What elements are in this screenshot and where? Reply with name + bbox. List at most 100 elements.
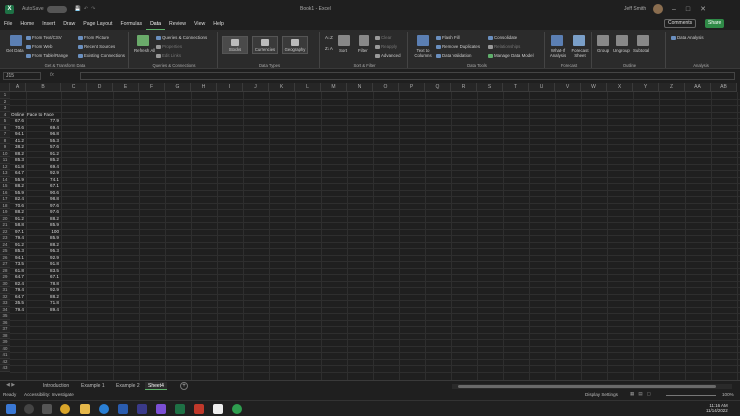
onenote-icon[interactable]: [156, 404, 166, 414]
comments-button[interactable]: Comments: [664, 19, 697, 28]
column-header[interactable]: M: [321, 83, 347, 92]
column-header[interactable]: K: [269, 83, 295, 92]
menu-tab-view[interactable]: View: [190, 18, 209, 30]
subtotal-button[interactable]: Subtotal: [633, 48, 649, 53]
text-to-columns-button[interactable]: Text to Columns: [412, 48, 434, 58]
menu-tab-help[interactable]: Help: [209, 18, 228, 30]
remove-duplicates-button[interactable]: Remove Duplicates: [436, 44, 480, 49]
what-if-button[interactable]: What-If Analysis: [548, 48, 568, 58]
column-header[interactable]: B: [26, 83, 61, 92]
column-header[interactable]: L: [295, 83, 321, 92]
fx-icon[interactable]: fx: [50, 72, 54, 78]
from-text-csv-button[interactable]: From Text/CSV: [26, 35, 62, 40]
from-table-range-button[interactable]: From Table/Range: [26, 53, 68, 58]
column-header[interactable]: AB: [711, 83, 737, 92]
sheet-tab[interactable]: Example 1: [78, 382, 108, 390]
sort-za-button[interactable]: Z↓A: [325, 46, 333, 51]
clear-button[interactable]: Clear: [375, 35, 392, 40]
search-icon[interactable]: [24, 404, 34, 414]
column-header[interactable]: I: [217, 83, 243, 92]
column-header[interactable]: S: [477, 83, 503, 92]
menu-tab-insert[interactable]: Insert: [38, 18, 59, 30]
geography-button[interactable]: Geography: [282, 36, 308, 54]
row-header[interactable]: 43: [0, 365, 10, 372]
sheet-tab[interactable]: Example 2: [113, 382, 143, 390]
menu-tab-file[interactable]: File: [0, 18, 16, 30]
task-view-icon[interactable]: [42, 404, 52, 414]
window-controls[interactable]: –□✕: [672, 5, 716, 13]
select-all-corner[interactable]: [0, 83, 10, 92]
filter-button[interactable]: Filter: [358, 48, 368, 53]
windows-start-icon[interactable]: [6, 404, 16, 414]
column-header[interactable]: Y: [633, 83, 659, 92]
menu-tab-data[interactable]: Data: [146, 18, 166, 30]
column-header[interactable]: X: [607, 83, 633, 92]
outlook-icon[interactable]: [118, 404, 128, 414]
existing-connections-button[interactable]: Existing Connections: [78, 53, 125, 58]
powerpoint-icon[interactable]: [194, 404, 204, 414]
zoom-slider[interactable]: [666, 395, 716, 396]
view-buttons[interactable]: ▦▤▢: [630, 391, 655, 397]
column-header[interactable]: U: [529, 83, 555, 92]
menu-tab-home[interactable]: Home: [16, 18, 38, 30]
recent-sources-button[interactable]: Recent Sources: [78, 44, 115, 49]
cell[interactable]: 79.4: [11, 307, 24, 314]
manage-data-model-button[interactable]: Manage Data Model: [488, 53, 534, 58]
sheet-tab[interactable]: Introduction: [40, 382, 72, 390]
currencies-button[interactable]: Currencies: [252, 36, 278, 54]
column-header[interactable]: C: [61, 83, 87, 92]
zoom-level[interactable]: 100%: [722, 392, 734, 397]
queries-connections-button[interactable]: Queries & Connections: [156, 35, 207, 40]
forecast-sheet-button[interactable]: Forecast Sheet: [570, 48, 590, 58]
teams-icon[interactable]: [137, 404, 147, 414]
formula-input[interactable]: [80, 72, 735, 80]
add-sheet-button[interactable]: +: [180, 382, 188, 390]
quick-access-icons[interactable]: 💾↶↷: [75, 6, 99, 12]
sheet-tab[interactable]: Sheet4: [145, 382, 167, 390]
sort-button[interactable]: Sort: [339, 48, 347, 53]
column-header[interactable]: V: [555, 83, 581, 92]
column-header[interactable]: P: [399, 83, 425, 92]
column-header[interactable]: D: [87, 83, 113, 92]
data-analysis-button[interactable]: Data Analysis: [671, 35, 704, 40]
menu-tab-draw[interactable]: Draw: [59, 18, 79, 30]
menu-tab-page-layout[interactable]: Page Layout: [79, 18, 116, 30]
cell[interactable]: 89.4: [27, 307, 59, 314]
column-header[interactable]: N: [347, 83, 373, 92]
properties-button[interactable]: Properties: [156, 44, 182, 49]
menu-tab-review[interactable]: Review: [165, 18, 190, 30]
green-app-icon[interactable]: [232, 404, 242, 414]
edit-links-button[interactable]: Edit Links: [156, 53, 181, 58]
avatar[interactable]: [653, 4, 663, 14]
data-validation-button[interactable]: Data Validation: [436, 53, 471, 58]
group-button[interactable]: Group: [597, 48, 609, 53]
autosave-toggle[interactable]: [46, 5, 67, 13]
scroll-thumb[interactable]: [458, 385, 716, 388]
reapply-button[interactable]: Reapply: [375, 44, 397, 49]
app-icon[interactable]: [213, 404, 223, 414]
ungroup-button[interactable]: Ungroup: [613, 48, 630, 53]
column-header[interactable]: Q: [425, 83, 451, 92]
get-data-button[interactable]: Get Data: [6, 48, 24, 53]
column-header[interactable]: R: [451, 83, 477, 92]
chrome-icon[interactable]: [60, 404, 70, 414]
column-header[interactable]: J: [243, 83, 269, 92]
column-header[interactable]: A: [10, 83, 26, 92]
accessibility-status[interactable]: Accessibility: Investigate: [24, 392, 74, 397]
column-header[interactable]: F: [139, 83, 165, 92]
spreadsheet-grid[interactable]: A B C D E F G H I J K L M N O P Q R S T U V W X Y Z AA AB 1 2 3 4 5 6 7 8 9 1…: [0, 83, 740, 380]
column-header[interactable]: E: [113, 83, 139, 92]
from-picture-button[interactable]: From Picture: [78, 35, 109, 40]
column-header[interactable]: O: [373, 83, 399, 92]
menu-tab-formulas[interactable]: Formulas: [116, 18, 146, 30]
share-button[interactable]: Share: [705, 19, 725, 28]
sort-az-button[interactable]: A↓Z: [325, 35, 333, 40]
stocks-button[interactable]: Stocks: [222, 36, 248, 54]
column-header[interactable]: G: [165, 83, 191, 92]
name-box[interactable]: J15: [3, 72, 41, 80]
edge-icon[interactable]: [99, 404, 109, 414]
from-web-button[interactable]: From Web: [26, 44, 52, 49]
horizontal-scrollbar[interactable]: [452, 384, 732, 389]
flash-fill-button[interactable]: Flash Fill: [436, 35, 460, 40]
relationships-button[interactable]: Relationships: [488, 44, 520, 49]
